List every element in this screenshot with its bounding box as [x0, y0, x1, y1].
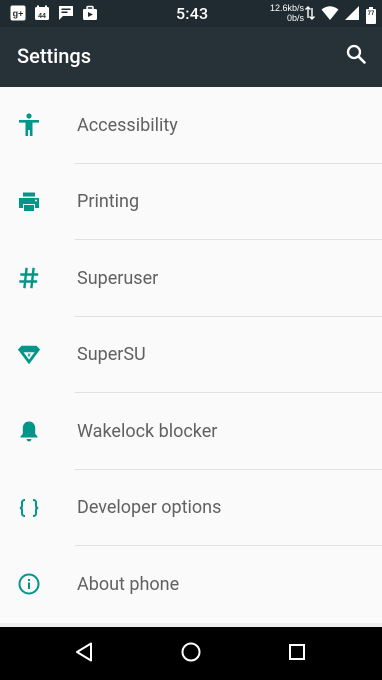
settings-item-label: Superuser: [77, 267, 159, 289]
search-icon: [346, 44, 366, 68]
network-speed: 12.6kb/s 0b/s: [258, 3, 304, 23]
network-download-speed: 0b/s: [286, 13, 304, 23]
signal-icon: [345, 5, 360, 25]
settings-item-developer-options[interactable]: Developer options: [0, 470, 382, 546]
navigation-bar: [0, 627, 382, 680]
svg-text:44: 44: [38, 13, 46, 20]
system-status-icons: 77: [305, 5, 376, 25]
svg-text:g+: g+: [13, 9, 24, 19]
data-arrows-icon: [305, 5, 315, 25]
page-title: Settings: [17, 44, 92, 68]
svg-text:#: #: [27, 353, 30, 359]
info-icon: [17, 572, 41, 596]
settings-item-printing[interactable]: Printing: [0, 164, 382, 240]
braces-icon: [17, 496, 41, 520]
settings-item-supersu[interactable]: # SuperSU: [0, 317, 382, 393]
network-upload-speed: 12.6kb/s: [269, 3, 304, 13]
calendar-icon: 44: [34, 5, 50, 21]
settings-item-wakelock-blocker[interactable]: Wakelock blocker: [0, 393, 382, 470]
recents-button[interactable]: [283, 640, 311, 668]
settings-list: Accessibility Printing Superuser # Super…: [0, 87, 382, 623]
battery-level: 77: [367, 10, 375, 17]
settings-item-label: SuperSU: [77, 344, 146, 366]
status-clock: 5:43: [176, 4, 209, 23]
message-icon: [58, 5, 74, 21]
printer-icon: [17, 190, 41, 214]
home-icon: [180, 641, 202, 667]
recents-icon: [287, 642, 307, 666]
settings-item-label: Accessibility: [77, 114, 178, 136]
wifi-icon: [321, 5, 339, 25]
supersu-icon: #: [17, 343, 41, 367]
back-button[interactable]: [71, 640, 99, 668]
settings-item-about-phone[interactable]: About phone: [0, 546, 382, 623]
settings-item-label: Developer options: [77, 497, 222, 519]
settings-item-label: About phone: [77, 573, 180, 595]
google-plus-icon: g+: [10, 5, 26, 21]
home-button[interactable]: [177, 640, 205, 668]
briefcase-icon: [82, 5, 98, 21]
status-bar: g+ 44 5:43 12.6kb/s 0b/s 77: [0, 0, 382, 27]
hash-icon: [17, 266, 41, 290]
settings-item-superuser[interactable]: Superuser: [0, 240, 382, 317]
settings-item-accessibility[interactable]: Accessibility: [0, 87, 382, 164]
search-button[interactable]: [342, 42, 370, 70]
app-bar: Settings: [0, 27, 382, 87]
notification-icons: g+ 44: [10, 5, 98, 21]
accessibility-icon: [17, 113, 41, 137]
settings-item-label: Printing: [77, 191, 140, 213]
back-icon: [74, 641, 96, 667]
bell-icon: [17, 419, 41, 443]
settings-item-label: Wakelock blocker: [77, 420, 218, 442]
battery-icon: 77: [366, 6, 376, 24]
